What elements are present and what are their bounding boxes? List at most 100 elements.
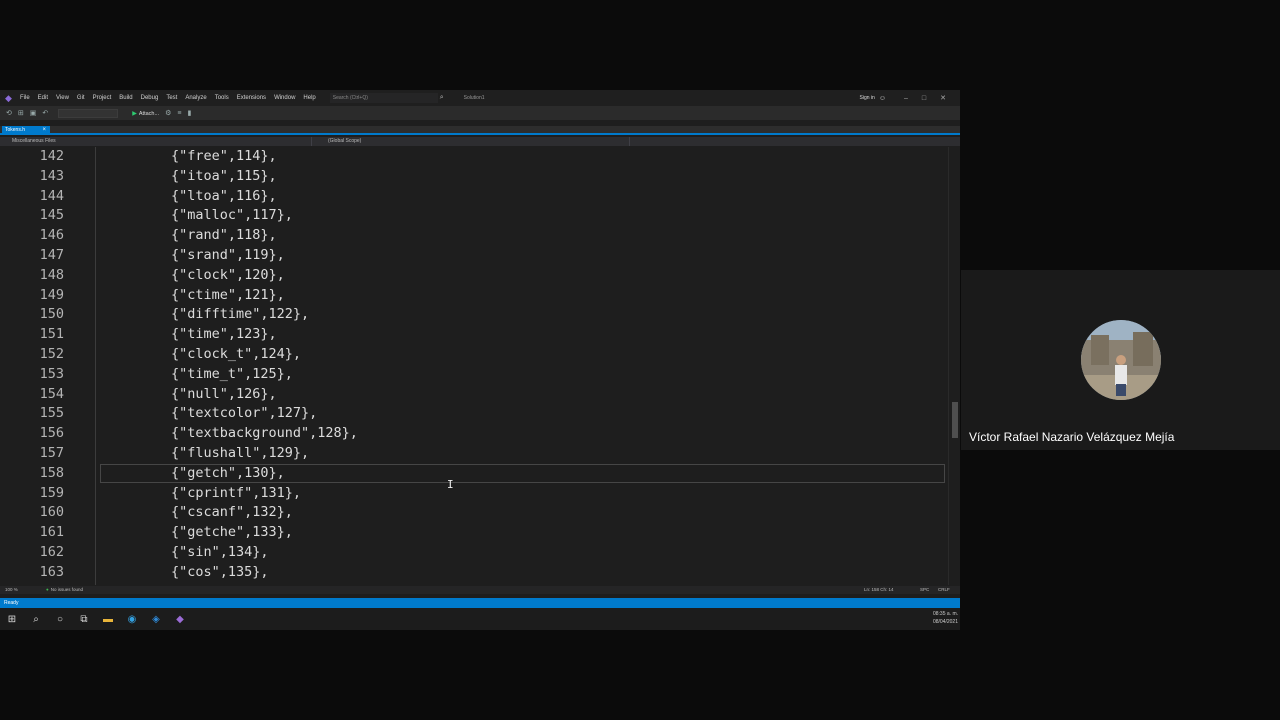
status-bar: Ready	[0, 598, 960, 608]
clock-time: 08:35 a. m.	[932, 611, 958, 617]
attach-button[interactable]: ▶ Attach...	[132, 110, 159, 117]
code-line[interactable]: 161 {"getche",133},	[0, 523, 948, 543]
code-text[interactable]: {"ctime",121},	[171, 286, 285, 306]
code-line[interactable]: 154 {"null",126},	[0, 385, 948, 405]
code-text[interactable]: {"sin",134},	[171, 543, 269, 563]
status-text: Ready	[4, 600, 19, 606]
file-explorer-icon[interactable]: ▬	[96, 614, 120, 625]
line-ending[interactable]: CRLF	[938, 586, 950, 594]
close-tab-icon[interactable]: ×	[42, 126, 46, 135]
edge-icon[interactable]: ◉	[120, 614, 144, 625]
code-text[interactable]: {"difftime",122},	[171, 305, 309, 325]
menu-window[interactable]: Window	[274, 95, 295, 101]
menu-help[interactable]: Help	[303, 95, 315, 101]
code-line[interactable]: 160 {"cscanf",132},	[0, 503, 948, 523]
menu-tools[interactable]: Tools	[215, 95, 229, 101]
line-number: 151	[39, 326, 64, 343]
code-line[interactable]: 155 {"textcolor",127},	[0, 404, 948, 424]
code-text[interactable]: {"clock",120},	[171, 266, 285, 286]
visual-studio-icon[interactable]: ◆	[168, 614, 192, 625]
windows-start-icon[interactable]: ⊞	[0, 614, 24, 625]
zoom-level[interactable]: 100 %	[5, 586, 18, 594]
configuration-dropdown[interactable]	[58, 108, 119, 118]
code-text[interactable]: {"cprintf",131},	[171, 484, 301, 504]
menu-edit[interactable]: Edit	[38, 95, 48, 101]
code-text[interactable]: {"cos",135},	[171, 563, 269, 583]
toolbar-tools-icon[interactable]: ⚙	[165, 109, 171, 117]
bookmark-icon[interactable]: ▮	[187, 109, 191, 117]
visual-studio-logo-icon[interactable]: ◆	[5, 93, 15, 103]
minimize-icon[interactable]: –	[904, 95, 908, 102]
code-text[interactable]: {"getche",133},	[171, 523, 293, 543]
menu-project[interactable]: Project	[93, 95, 112, 101]
code-text[interactable]: {"rand",118},	[171, 226, 277, 246]
code-line[interactable]: 147 {"srand",119},	[0, 246, 948, 266]
vertical-scrollbar[interactable]	[948, 147, 960, 585]
whitespace-mode[interactable]: SPC	[920, 586, 929, 594]
code-text[interactable]: {"textcolor",127},	[171, 404, 317, 424]
code-line[interactable]: 163 {"cos",135},	[0, 563, 948, 583]
menu-bar: ◆ File Edit View Git Project Build Debug…	[0, 90, 960, 106]
code-line[interactable]: 149 {"ctime",121},	[0, 286, 948, 306]
project-dropdown[interactable]: Miscellaneous Files	[2, 137, 312, 146]
back-forward-icon[interactable]: ⟲	[6, 109, 12, 117]
person-icon[interactable]: ☺	[879, 95, 886, 102]
code-text[interactable]: {"malloc",117},	[171, 206, 293, 226]
tab-tokens-h[interactable]: Tokens.h ×	[2, 126, 50, 135]
menu-test[interactable]: Test	[166, 95, 177, 101]
cortana-icon[interactable]: ○	[48, 614, 72, 625]
code-line[interactable]: 146 {"rand",118},	[0, 226, 948, 246]
search-input[interactable]: Search (Ctrl+Q)	[329, 93, 438, 103]
menu-file[interactable]: File	[20, 95, 30, 101]
issues-indicator[interactable]: ● No issues found	[46, 586, 83, 594]
close-icon[interactable]: ✕	[940, 94, 946, 102]
menu-extensions[interactable]: Extensions	[237, 95, 266, 101]
new-item-icon[interactable]: ⊞	[18, 109, 24, 117]
code-text[interactable]: {"getch",130},	[171, 464, 285, 484]
scope-dropdown[interactable]: (Global Scope)	[318, 137, 630, 146]
code-text[interactable]: {"textbackground",128},	[171, 424, 358, 444]
menu-analyze[interactable]: Analyze	[185, 95, 206, 101]
code-line[interactable]: 162 {"sin",134},	[0, 543, 948, 563]
code-text[interactable]: {"free",114},	[171, 147, 277, 167]
scrollbar-thumb[interactable]	[952, 402, 958, 438]
undo-icon[interactable]: ↶	[42, 109, 48, 117]
code-line[interactable]: 150 {"difftime",122},	[0, 305, 948, 325]
code-line[interactable]: 143 {"itoa",115},	[0, 167, 948, 187]
code-line[interactable]: 156 {"textbackground",128},	[0, 424, 948, 444]
code-line[interactable]: 159 {"cprintf",131},	[0, 484, 948, 504]
code-text[interactable]: {"time_t",125},	[171, 365, 293, 385]
vscode-icon[interactable]: ◈	[144, 614, 168, 625]
code-line[interactable]: 142 {"free",114},	[0, 147, 948, 167]
code-text[interactable]: {"clock_t",124},	[171, 345, 301, 365]
code-line[interactable]: 151 {"time",123},	[0, 325, 948, 345]
code-text[interactable]: {"flushall",129},	[171, 444, 309, 464]
menu-build[interactable]: Build	[119, 95, 132, 101]
code-line[interactable]: 152 {"clock_t",124},	[0, 345, 948, 365]
sign-in-link[interactable]: Sign in	[860, 95, 875, 101]
code-line[interactable]: 145 {"malloc",117},	[0, 206, 948, 226]
code-line[interactable]: 144 {"ltoa",116},	[0, 187, 948, 207]
save-icon[interactable]: ▣	[30, 109, 37, 117]
code-line[interactable]: 148 {"clock",120},	[0, 266, 948, 286]
menu-debug[interactable]: Debug	[141, 95, 159, 101]
code-text[interactable]: {"srand",119},	[171, 246, 285, 266]
code-line[interactable]: 158 {"getch",130},	[0, 463, 948, 484]
code-line[interactable]: 153 {"time_t",125},	[0, 365, 948, 385]
taskbar-clock[interactable]: 08:35 a. m. 08/04/2021	[933, 610, 958, 626]
comment-icon[interactable]: ≡	[177, 110, 181, 117]
search-icon[interactable]: ⌕	[440, 94, 444, 102]
code-text[interactable]: {"ltoa",116},	[171, 187, 277, 207]
menu-view[interactable]: View	[56, 95, 69, 101]
code-text[interactable]: {"time",123},	[171, 325, 277, 345]
code-text[interactable]: {"itoa",115},	[171, 167, 277, 187]
line-number: 156	[39, 425, 64, 442]
maximize-icon[interactable]: □	[922, 95, 926, 102]
code-line[interactable]: 157 {"flushall",129},	[0, 444, 948, 464]
search-icon[interactable]: ⌕	[24, 614, 48, 625]
task-view-icon[interactable]: ⧉	[72, 614, 96, 625]
code-text[interactable]: {"null",126},	[171, 385, 277, 405]
menu-git[interactable]: Git	[77, 95, 85, 101]
code-text[interactable]: {"cscanf",132},	[171, 503, 293, 523]
code-editor[interactable]: 142 {"free",114}, 143 {"itoa",115}, 144 {"lto…	[0, 147, 960, 585]
